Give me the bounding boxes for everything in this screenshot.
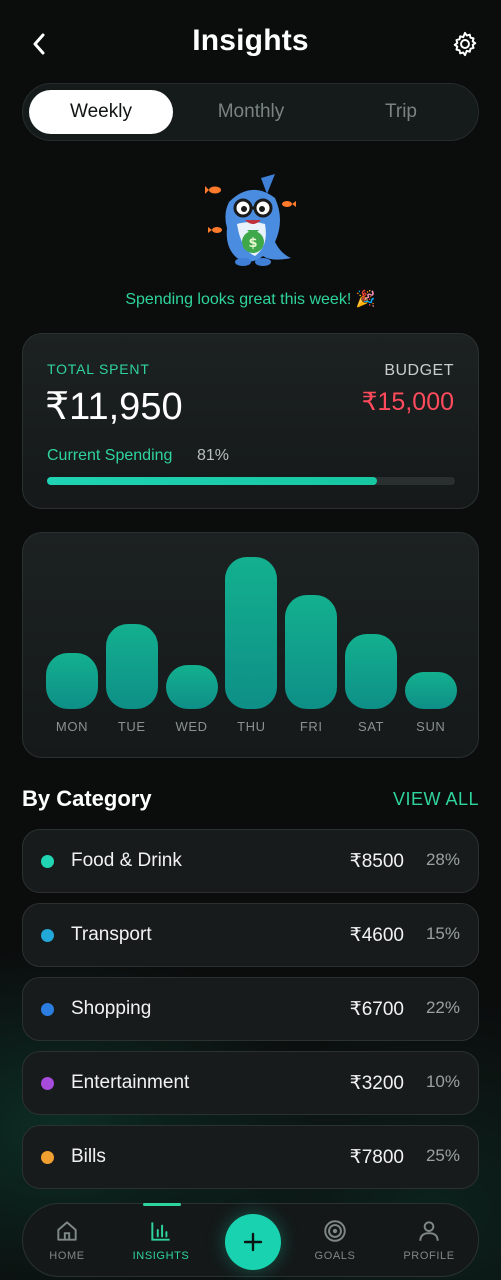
category-row-shopping[interactable]: Shopping ₹6700 22% <box>22 977 479 1041</box>
category-row-food-drink[interactable]: Food & Drink ₹8500 28% <box>22 829 479 893</box>
current-spending-percent: 81% <box>197 447 230 464</box>
category-percent: 28% <box>425 850 460 869</box>
bar-chart-icon <box>151 1222 170 1241</box>
tab-weekly[interactable]: Weekly <box>29 90 173 134</box>
tab-monthly[interactable]: Monthly <box>179 90 323 134</box>
chart-day-label: WED <box>175 719 208 734</box>
chart-bar-wed[interactable] <box>165 665 218 709</box>
category-percent: 22% <box>425 998 460 1017</box>
tab-trip[interactable]: Trip <box>329 90 473 134</box>
chart-day-label: TUE <box>117 719 146 734</box>
chart-day-label: THU <box>237 719 266 734</box>
nav-label: GOALS <box>314 1250 356 1262</box>
chart-bar-sun[interactable] <box>404 672 457 709</box>
plus-icon <box>243 1232 263 1252</box>
chart-bar-mon[interactable] <box>46 653 98 709</box>
budget-amount: ₹15,000 <box>361 388 454 416</box>
nav-item-insights[interactable]: INSIGHTS <box>121 1218 201 1262</box>
user-icon <box>419 1221 439 1241</box>
category-row-entertainment[interactable]: Entertainment ₹3200 10% <box>22 1051 479 1115</box>
category-amount: ₹3200 <box>349 1073 404 1094</box>
nav-item-goals[interactable]: GOALS <box>295 1218 375 1262</box>
category-dot <box>41 1151 54 1164</box>
nav-label: HOME <box>49 1250 85 1262</box>
category-percent: 10% <box>425 1072 460 1091</box>
chart-bar-sat[interactable] <box>345 634 397 709</box>
current-spending-label: Current Spending <box>47 447 173 464</box>
category-dot <box>41 855 54 868</box>
category-percent: 15% <box>425 924 460 943</box>
category-name: Transport <box>71 924 152 945</box>
chart-bar-tue[interactable] <box>105 624 158 709</box>
gear-icon <box>453 31 477 57</box>
view-all-link[interactable]: VIEW ALL <box>393 789 479 810</box>
category-name: Food & Drink <box>71 850 182 871</box>
total-spent-amount: ₹11,950 <box>45 386 183 428</box>
category-dot <box>41 1003 54 1016</box>
category-row-transport[interactable]: Transport ₹4600 15% <box>22 903 479 967</box>
category-dot <box>41 1077 54 1090</box>
category-percent: 25% <box>425 1146 460 1165</box>
spending-progress-track <box>47 477 455 485</box>
spending-summary-card: TOTAL SPENT ₹11,950 BUDGET ₹15,000 Curre… <box>22 333 479 509</box>
nav-label: PROFILE <box>403 1250 455 1262</box>
budget-label: BUDGET <box>384 362 454 379</box>
shark-mascot-icon: $ <box>205 174 296 266</box>
chart-day-label: SUN <box>416 719 446 734</box>
spending-tagline: Spending looks great this week! 🎉 <box>125 291 376 308</box>
category-amount: ₹7800 <box>349 1147 404 1168</box>
category-amount: ₹6700 <box>349 999 404 1020</box>
chart-day-label: FRI <box>299 719 323 734</box>
category-name: Bills <box>71 1146 106 1167</box>
page-title: Insights <box>192 24 309 57</box>
chart-bar-fri[interactable] <box>285 595 338 709</box>
chart-day-label: MON <box>55 719 89 734</box>
target-icon <box>324 1220 346 1242</box>
period-segmented-control: Weekly Monthly Trip <box>22 83 479 141</box>
spending-progress-fill <box>47 477 378 485</box>
active-tab-indicator <box>143 1203 181 1206</box>
nav-label: INSIGHTS <box>132 1250 190 1262</box>
category-dot <box>41 929 54 942</box>
nav-item-home[interactable]: HOME <box>27 1218 107 1262</box>
nav-item-profile[interactable]: PROFILE <box>389 1218 469 1262</box>
chart-day-label: SAT <box>357 719 385 734</box>
category-amount: ₹8500 <box>349 851 404 872</box>
category-name: Entertainment <box>71 1072 190 1093</box>
category-name: Shopping <box>71 998 152 1019</box>
category-row-bills[interactable]: Bills ₹7800 25% <box>22 1125 479 1189</box>
weekly-spending-chart: MON TUE WED THU FRI SAT SUN <box>22 532 479 758</box>
add-transaction-button[interactable] <box>225 1214 281 1270</box>
total-spent-label: TOTAL SPENT <box>47 361 150 377</box>
category-amount: ₹4600 <box>349 925 404 946</box>
bottom-nav: HOME INSIGHTS GOALS PROFILE <box>22 1203 479 1277</box>
section-title: By Category <box>22 786 152 811</box>
svg-text:$: $ <box>248 236 257 251</box>
header: Insights <box>0 0 501 84</box>
home-icon <box>57 1221 77 1241</box>
chart-bar-thu[interactable] <box>225 557 278 709</box>
settings-button[interactable] <box>451 30 479 58</box>
